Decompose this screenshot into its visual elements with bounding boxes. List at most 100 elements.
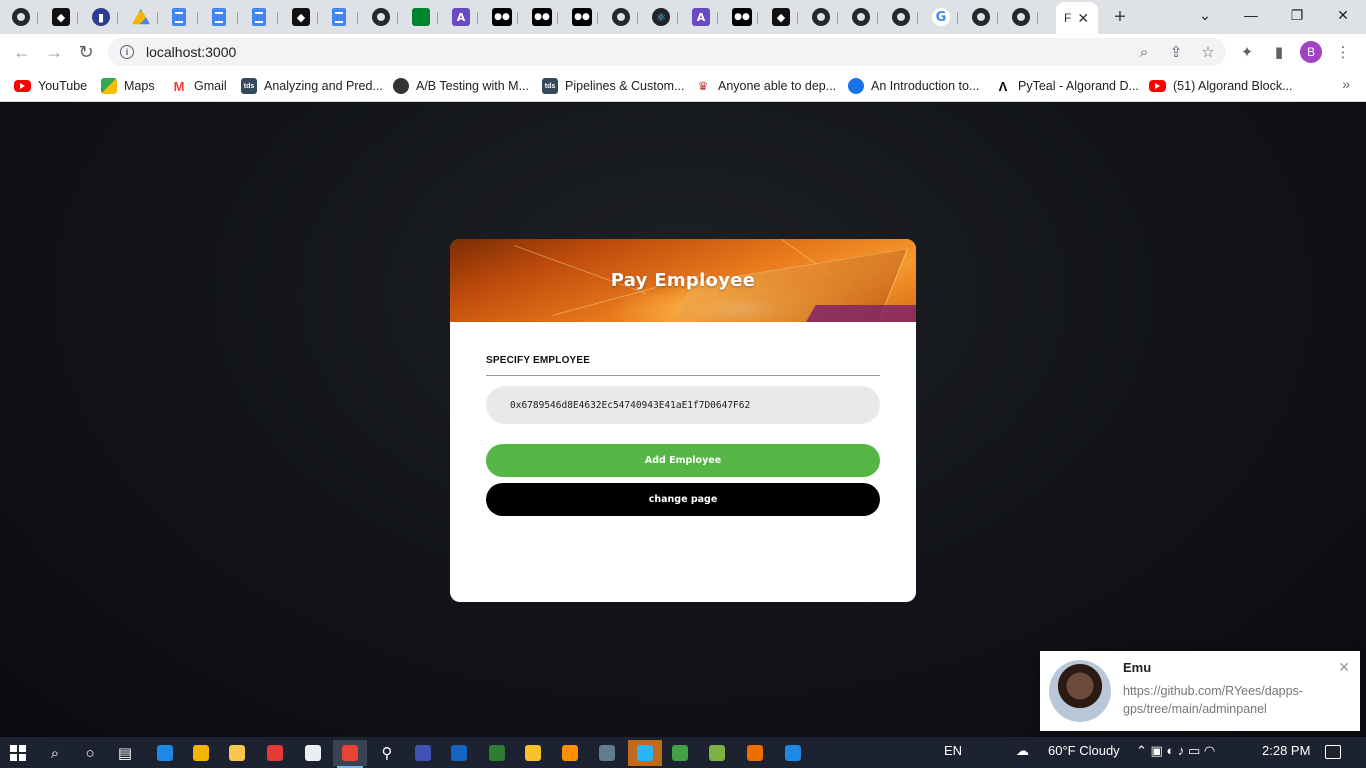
bookmark-item[interactable]: Λ PyTeal - Algorand D...: [995, 76, 1139, 96]
bookmark-item[interactable]: An Introduction to...: [848, 76, 979, 96]
browser-tab[interactable]: [366, 4, 402, 30]
bookmark-label: Analyzing and Pred...: [264, 79, 383, 93]
bookmark-item[interactable]: YouTube: [14, 76, 87, 96]
more-bookmarks-icon[interactable]: »: [1342, 76, 1350, 92]
action-center-icon[interactable]: [1325, 745, 1341, 759]
weather-text[interactable]: 60°F Cloudy: [1048, 743, 1120, 758]
notes-icon[interactable]: [516, 740, 550, 766]
site-info-icon[interactable]: i: [120, 45, 134, 59]
vlc-icon[interactable]: [553, 740, 587, 766]
bookmark-item[interactable]: tds Analyzing and Pred...: [241, 76, 383, 96]
cloud-icon[interactable]: ☁: [1016, 743, 1029, 759]
browser-tab[interactable]: A: [446, 4, 482, 30]
browser-tab[interactable]: A: [686, 4, 722, 30]
reload-icon[interactable]: ↻: [74, 40, 98, 64]
menu-icon[interactable]: ⋮: [1332, 41, 1354, 63]
share-icon[interactable]: ⇪: [1166, 42, 1186, 62]
close-icon[interactable]: ✕: [1338, 659, 1350, 676]
zoom-icon[interactable]: ⌕: [1134, 42, 1154, 62]
github-icon: [892, 8, 910, 26]
system-tray-icons[interactable]: ⌃ ▣ ◐ ♪ ▭ ◠: [1136, 743, 1215, 759]
profile-avatar[interactable]: B: [1300, 41, 1322, 63]
tab-search-icon[interactable]: ⌄: [1182, 0, 1228, 30]
bookmark-star-icon[interactable]: ☆: [1198, 42, 1218, 62]
browser-tab[interactable]: [966, 4, 1002, 30]
browser-tab[interactable]: [886, 4, 922, 30]
restore-button[interactable]: ❐: [1274, 0, 1320, 30]
active-tab-label: F: [1064, 11, 1072, 25]
browser-tab[interactable]: ●●: [526, 4, 562, 30]
browser-tab[interactable]: [1006, 4, 1042, 30]
app-icon: A: [452, 8, 470, 26]
new-tab-button[interactable]: +: [1108, 5, 1132, 29]
minimize-button[interactable]: —: [1228, 0, 1274, 30]
forward-icon[interactable]: →: [42, 40, 66, 64]
browser-tab[interactable]: [406, 4, 442, 30]
close-tab-icon[interactable]: ✕: [1077, 10, 1089, 27]
file-explorer-icon[interactable]: [220, 740, 254, 766]
gmail-icon: M: [171, 78, 187, 94]
add-employee-button[interactable]: Add Employee: [486, 444, 880, 477]
github-icon: [12, 8, 30, 26]
browser-tab[interactable]: [846, 4, 882, 30]
browser-tab[interactable]: ◆: [46, 4, 82, 30]
browser-tab[interactable]: [206, 4, 242, 30]
browser-tab[interactable]: [246, 4, 282, 30]
github-icon: [1012, 8, 1030, 26]
terminal-icon[interactable]: [663, 740, 697, 766]
opera-icon[interactable]: [258, 740, 292, 766]
vscode-icon[interactable]: [776, 740, 810, 766]
bookmark-item[interactable]: Maps: [101, 76, 155, 96]
employee-address-input[interactable]: [486, 386, 880, 424]
browser-tab[interactable]: ◆: [286, 4, 322, 30]
task-view-icon[interactable]: ▤: [108, 740, 142, 766]
utorrent-icon[interactable]: [700, 740, 734, 766]
browser-tab[interactable]: G: [926, 4, 962, 30]
notification-toast[interactable]: Emu https://github.com/RYees/dapps-gps/t…: [1040, 651, 1360, 731]
active-tab[interactable]: F ✕: [1056, 2, 1098, 34]
windows-start-icon[interactable]: [10, 745, 26, 761]
edge-icon[interactable]: [148, 740, 182, 766]
bookmark-item[interactable]: (51) Algorand Block...: [1149, 76, 1293, 96]
browser-tab[interactable]: [806, 4, 842, 30]
paint-icon[interactable]: [738, 740, 772, 766]
github-icon: [972, 8, 990, 26]
browser-tab[interactable]: ⚛: [646, 4, 682, 30]
ab-icon: [393, 78, 409, 94]
browser-tab[interactable]: [606, 4, 642, 30]
back-icon[interactable]: ←: [10, 40, 34, 64]
side-panel-icon[interactable]: ▮: [1268, 41, 1290, 63]
bookmark-item[interactable]: tds Pipelines & Custom...: [542, 76, 685, 96]
clock[interactable]: 2:28 PM: [1262, 743, 1310, 758]
extensions-icon[interactable]: ✦: [1236, 41, 1258, 63]
browser-tab[interactable]: ●●: [566, 4, 602, 30]
address-url[interactable]: localhost:3000: [146, 44, 236, 60]
browser-tab[interactable]: [126, 4, 162, 30]
notepad-icon[interactable]: [296, 740, 330, 766]
change-page-button[interactable]: change page: [486, 483, 880, 516]
photos-icon[interactable]: [480, 740, 514, 766]
cortana-icon[interactable]: ○: [73, 740, 107, 766]
chart-icon: ▮: [92, 8, 110, 26]
app-icon[interactable]: [406, 740, 440, 766]
bookmark-item[interactable]: M Gmail: [171, 76, 227, 96]
browser-tab[interactable]: ●●: [726, 4, 762, 30]
browser-tab[interactable]: ◆: [766, 4, 802, 30]
app-icon[interactable]: [442, 740, 476, 766]
close-window-button[interactable]: ✕: [1320, 0, 1366, 30]
browser-tab[interactable]: [6, 4, 42, 30]
store-icon[interactable]: [184, 740, 218, 766]
bookmark-item[interactable]: ♛ Anyone able to dep...: [695, 76, 836, 96]
browser-tab[interactable]: [166, 4, 202, 30]
address-bar[interactable]: i localhost:3000 ⌕ ⇪ ☆: [108, 38, 1226, 66]
remote-icon[interactable]: [590, 740, 624, 766]
search-app-icon[interactable]: ⚲: [370, 740, 404, 766]
search-icon[interactable]: ⌕: [38, 740, 72, 766]
language-indicator[interactable]: EN: [944, 743, 962, 758]
browser-tab[interactable]: [326, 4, 362, 30]
telegram-icon[interactable]: [628, 740, 662, 766]
browser-tab[interactable]: ●●: [486, 4, 522, 30]
bookmark-item[interactable]: A/B Testing with M...: [393, 76, 529, 96]
chrome-icon[interactable]: [333, 740, 367, 768]
browser-tab[interactable]: ▮: [86, 4, 122, 30]
